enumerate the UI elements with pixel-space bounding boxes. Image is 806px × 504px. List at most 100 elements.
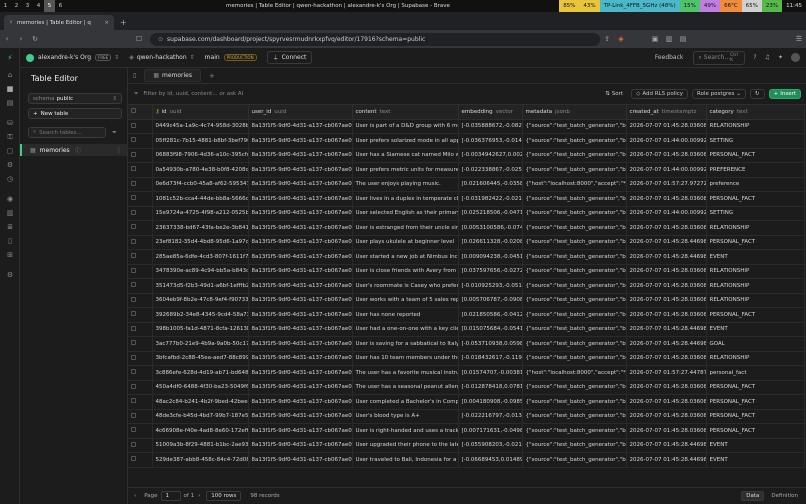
row-checkbox-cell[interactable] — [128, 148, 153, 163]
cell-category[interactable]: EVENT — [706, 452, 805, 468]
cell-embedding[interactable]: [-0.012878418,0.07812 — [458, 380, 523, 395]
table-row[interactable]: 398b1005-fa1d-4871-8cfa-12613bfc6d8a13f1… — [128, 322, 805, 337]
cell-metadata[interactable]: {"source":"test_batch_generator","batc — [522, 206, 627, 221]
cell-content[interactable]: User is close friends with Avery from c — [352, 264, 459, 279]
cell-metadata[interactable]: {"source":"test_batch_generator","batc — [522, 133, 627, 149]
row-checkbox-cell[interactable] — [128, 293, 153, 308]
cell-category[interactable]: PREFERENCE — [706, 162, 805, 178]
row-checkbox[interactable] — [131, 354, 136, 360]
cell-metadata[interactable]: {"source":"test_batch_generator","batc — [522, 394, 627, 410]
cell-metadata[interactable]: {"source":"test_batch_generator","batc — [522, 191, 627, 207]
cell-metadata[interactable]: {"source":"test_batch_generator","batc — [522, 380, 627, 395]
cell-embedding[interactable]: [0.015075684,-0.0541 — [458, 322, 523, 337]
workspace-1[interactable]: 1 — [0, 0, 11, 12]
search-button[interactable]: ⌕ Search... Ctrl K — [693, 50, 746, 65]
cell-user-id[interactable]: 8a13f1f5-9df0-4d31-a137-cb067ae0f8 — [248, 177, 353, 192]
table-row[interactable]: 450a4df0-6488-4f30-ba23-5049f604 8a13f1f5… — [128, 380, 805, 395]
table-row[interactable]: 3bfcafbd-2c88-45ea-aed7-88c89995 8a13f1f5… — [128, 351, 805, 366]
workspace-3[interactable]: 3 — [22, 0, 33, 12]
cell-id[interactable]: 15e9724a-4725-4f98-a212-0525b2f6a — [152, 206, 249, 221]
cell-category[interactable]: PERSONAL_FACT — [706, 191, 805, 207]
advisors-icon[interactable]: ◉ — [0, 192, 20, 206]
row-checkbox[interactable] — [131, 238, 136, 244]
cell-category[interactable]: PERSONAL_FACT — [706, 409, 805, 424]
cell-user-id[interactable]: 8a13f1f5-9df0-4d31-a137-cb067ae0f8 — [248, 278, 353, 294]
cell-created-at[interactable]: 2026-07-07 01:44:00.00992 — [626, 162, 707, 178]
notifications-icon[interactable]: ♫ — [765, 54, 770, 61]
cell-category[interactable]: PERSONAL_FACT — [706, 235, 805, 250]
table-row[interactable]: 351473d5-f2b3-49d1-a6bf-1efffb2c5b8a13f1… — [128, 278, 805, 294]
cell-id[interactable]: 351473d5-f2b3-49d1-a6bf-1efffb2c5b — [152, 278, 249, 294]
cell-category[interactable]: RELATIONSHIP — [706, 220, 805, 236]
add-rls-policy-button[interactable]: ◇ Add RLS policy — [631, 89, 689, 99]
prev-page-icon[interactable]: ‹ — [134, 493, 136, 499]
row-checkbox[interactable] — [131, 456, 136, 462]
row-checkbox-cell[interactable] — [128, 177, 153, 192]
cell-content[interactable]: The user has a seasonal peanut allergy — [352, 380, 459, 395]
cell-id[interactable]: 0a54930b-a780-4e38-b0f8-4208de0 — [152, 162, 249, 178]
workspace-5[interactable]: 5 — [44, 0, 55, 12]
cell-created-at[interactable]: 2026-07-07 01:45:28.03608 — [626, 423, 707, 439]
cell-metadata[interactable]: {"source":"test_batch_generator","batc — [522, 293, 627, 308]
cell-embedding[interactable]: [0.004180908,-0.0985 — [458, 394, 523, 410]
table-row[interactable]: 3c886efe-628d-4d19-ab71-bd648fb218a13f1f… — [128, 365, 805, 381]
cell-user-id[interactable]: 8a13f1f5-9df0-4d31-a137-cb067ae0f8 — [248, 119, 353, 134]
cell-metadata[interactable]: {"source":"test_batch_generator","batc — [522, 264, 627, 279]
cell-created-at[interactable]: 2026-07-07 01:45:28.03608 — [626, 394, 707, 410]
cell-user-id[interactable]: 8a13f1f5-9df0-4d31-a137-cb067ae0f8 — [248, 452, 353, 468]
table-row[interactable]: 392689b2-34e8-4345-9cd4-58a732c 8a13f1f5-… — [128, 307, 805, 323]
cell-id[interactable]: 392689b2-34e8-4345-9cd4-58a732c — [152, 307, 249, 323]
cell-embedding[interactable]: [0.005706787,-0.0908 — [458, 293, 523, 308]
cell-content[interactable]: User had a one-on-one with a key clier — [352, 322, 459, 337]
cell-metadata[interactable]: {"source":"test_batch_generator","batc — [522, 409, 627, 424]
more-options-icon[interactable]: ⋮ — [116, 147, 122, 154]
cell-id[interactable]: 3604eb9f-8b2e-47c8-9ef4-f907334f7 — [152, 293, 249, 308]
cell-content[interactable]: User plays ukulele at beginner level — [352, 235, 459, 250]
cell-content[interactable]: User lives in a duplex in temperate clim — [352, 191, 459, 207]
cell-category[interactable]: SETTING — [706, 133, 805, 149]
cell-content[interactable]: User's roommate is Casey who prefers — [352, 278, 459, 294]
cell-metadata[interactable]: {"source":"test_batch_generator","batc — [522, 423, 627, 439]
table-row[interactable]: 0e6d73f4-ccb0-45a8-af62-595347b1 8a13f1f5… — [128, 177, 805, 192]
column-header-metadata[interactable]: metadata jsonb — [522, 105, 627, 120]
integrations-icon[interactable]: ⊞ — [0, 248, 20, 262]
row-checkbox-cell[interactable] — [128, 409, 153, 424]
row-checkbox[interactable] — [131, 340, 136, 346]
column-header-created-at[interactable]: created_at timestamptz — [626, 105, 707, 120]
cell-embedding[interactable]: [-0.053710938,0.0598 — [458, 336, 523, 352]
cell-id[interactable]: 06883f98-7906-4d36-a10c-395cfce19 — [152, 148, 249, 163]
help-icon[interactable]: ? — [753, 54, 756, 61]
cell-created-at[interactable]: 2026-07-07 01:45:28.03608 — [626, 278, 707, 294]
page-input[interactable]: 1 — [160, 491, 181, 501]
cell-user-id[interactable]: 8a13f1f5-9df0-4d31-a137-cb067ae0f8 — [248, 322, 353, 337]
cell-id[interactable]: 3478390e-ac89-4c94-bb5a-b843d8f1 — [152, 264, 249, 279]
cell-created-at[interactable]: 2026-07-07 01:45:28.03608 — [626, 409, 707, 424]
cell-user-id[interactable]: 8a13f1f5-9df0-4d31-a137-cb067ae0f8 — [248, 162, 353, 178]
cell-category[interactable]: PERSONAL_FACT — [706, 423, 805, 439]
table-row[interactable]: 15e9724a-4725-4f98-a212-0525b2f6a8a13f1f… — [128, 206, 805, 221]
row-checkbox[interactable] — [131, 369, 136, 375]
column-header-id[interactable]: ⚷ id uuid — [152, 105, 249, 120]
cell-user-id[interactable]: 8a13f1f5-9df0-4d31-a137-cb067ae0f8 — [248, 133, 353, 149]
cell-category[interactable]: EVENT — [706, 249, 805, 265]
select-all-checkbox[interactable] — [131, 108, 136, 114]
cell-created-at[interactable]: 2026-07-07 01:45:28.03608 — [626, 119, 707, 134]
table-row[interactable]: 4c66908e-f40e-4ad8-8e60-172effdb38a13f1f… — [128, 423, 805, 439]
row-checkbox-cell[interactable] — [128, 452, 153, 468]
cell-id[interactable]: 23637338-bd67-43fa-be2e-3b841036 — [152, 220, 249, 236]
cell-content[interactable]: User is right-handed and uses a trackb — [352, 423, 459, 439]
cell-created-at[interactable]: 2026-07-07 01:44:00.00992 — [626, 206, 707, 221]
table-row[interactable]: 1081c52b-cca4-44de-bb8a-5666d3a68a13f1f5… — [128, 191, 805, 207]
column-header-content[interactable]: content text — [352, 105, 459, 120]
cell-metadata[interactable]: {"source":"test_batch_generator","batc — [522, 336, 627, 352]
role-selector[interactable]: Role postgres ⌄ — [692, 89, 746, 99]
cell-category[interactable]: PERSONAL_FACT — [706, 307, 805, 323]
filter-icon[interactable]: ⏷ — [112, 129, 117, 137]
cell-user-id[interactable]: 8a13f1f5-9df0-4d31-a137-cb067ae0f8 — [248, 264, 353, 279]
cell-category[interactable]: preference — [706, 177, 805, 192]
new-tab-icon[interactable]: + — [120, 18, 127, 27]
cell-id[interactable]: 1081c52b-cca4-44de-bb8a-5666d3a6 — [152, 191, 249, 207]
cell-user-id[interactable]: 8a13f1f5-9df0-4d31-a137-cb067ae0f8 — [248, 394, 353, 410]
filter-icon[interactable]: ⏷ — [134, 91, 138, 98]
database-icon[interactable]: ⛁ — [0, 116, 20, 130]
